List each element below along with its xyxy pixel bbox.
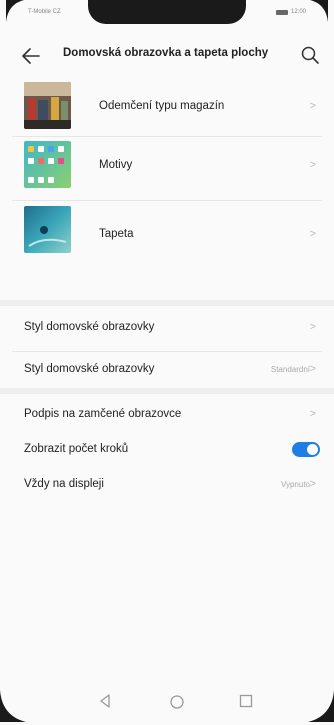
settings-row-lockscreen-signature[interactable]: Podpis na zamčené obrazovce > [0,398,334,432]
home-circle-icon[interactable] [169,694,185,710]
settings-row-step-count[interactable]: Zobrazit počet kroků [0,433,334,467]
list-item-label: Tapeta [99,228,134,240]
settings-row-home-style[interactable]: Styl domovské obrazovky > [0,311,334,345]
back-triangle-icon[interactable] [98,693,112,709]
camera-notch [88,0,246,24]
settings-value: Standardní [270,365,310,374]
settings-label: Vždy na displeji [24,478,104,490]
settings-label: Podpis na zamčené obrazovce [24,408,182,420]
chevron-right-icon: > [309,408,316,420]
divider [12,351,322,352]
step-count-toggle[interactable] [292,442,320,457]
list-item-wallpaper[interactable]: Tapeta > [0,202,334,260]
settings-row-always-on-display[interactable]: Vždy na displeji Vypnuto > [0,468,334,502]
back-arrow-icon[interactable] [20,46,42,66]
section-separator [0,388,334,394]
battery-icon [275,9,288,15]
section-separator [0,300,334,306]
clock-label: 12:00 [290,9,306,15]
chevron-right-icon: > [309,100,316,112]
divider [12,200,322,201]
list-item-themes[interactable]: Motivy > [0,137,334,195]
status-bar: T-Mobile CZ 12:00 [0,0,334,28]
navigation-bar [0,679,334,725]
carrier-label: T-Mobile CZ [28,9,61,15]
list-item-magazine-unlock[interactable]: Odemčení typu magazín > [0,78,334,136]
status-right: 12:00 [275,9,306,15]
chevron-right-icon: > [309,159,316,171]
chevron-right-icon: > [309,363,316,375]
chevron-right-icon: > [309,321,316,333]
settings-label: Zobrazit počet kroků [24,443,129,455]
chevron-right-icon: > [309,228,316,240]
phone-screen: T-Mobile CZ 12:00 Domovská obrazovka a t… [0,0,334,725]
settings-label: Styl domovské obrazovky [24,363,155,375]
magazine-thumbnail [24,82,71,129]
settings-label: Styl domovské obrazovky [24,321,155,333]
wallpaper-thumbnail [24,206,71,253]
page-title: Domovská obrazovka a tapeta plochy [63,47,269,59]
settings-value: Vypnuto [280,480,310,489]
list-item-label: Motivy [99,159,133,171]
recent-apps-icon[interactable] [239,694,253,708]
themes-thumbnail [24,141,71,188]
app-bar: Domovská obrazovka a tapeta plochy [0,34,334,78]
settings-row-home-style-value[interactable]: Styl domovské obrazovky Standardní > [0,353,334,387]
toggle-knob [307,444,318,455]
list-item-label: Odemčení typu magazín [99,100,225,112]
search-icon[interactable] [300,45,320,65]
chevron-right-icon: > [309,478,316,490]
